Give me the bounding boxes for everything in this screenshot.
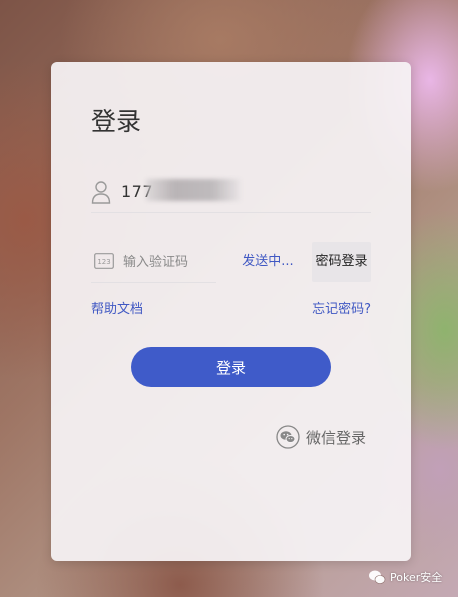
phone-field[interactable]: 177 [91,176,371,213]
send-code-button[interactable]: 发送中... [233,242,303,282]
help-docs-link[interactable]: 帮助文档 [91,298,143,317]
watermark-text: Poker安全 [390,571,443,584]
verification-code-input[interactable] [123,252,213,272]
watermark: Poker安全 [368,568,442,586]
wechat-login-button[interactable]: 微信登录 [276,424,376,450]
wechat-icon [276,425,300,449]
password-login-button[interactable]: 密码登录 [312,242,371,282]
login-card: 登录 177 123 发送中... 密码登录 帮助文档 忘记密码? 登录 微信登… [51,62,411,561]
numeric-keypad-icon: 123 [94,253,114,269]
user-icon [91,181,111,204]
page-title: 登录 [91,107,142,136]
login-submit-button[interactable]: 登录 [131,347,331,387]
redaction-blur [146,179,241,201]
forgot-password-link[interactable]: 忘记密码? [312,298,371,317]
svg-text:123: 123 [97,258,110,266]
verification-code-field: 123 [91,242,216,283]
wechat-icon [369,570,386,584]
wechat-login-label: 微信登录 [306,428,367,447]
